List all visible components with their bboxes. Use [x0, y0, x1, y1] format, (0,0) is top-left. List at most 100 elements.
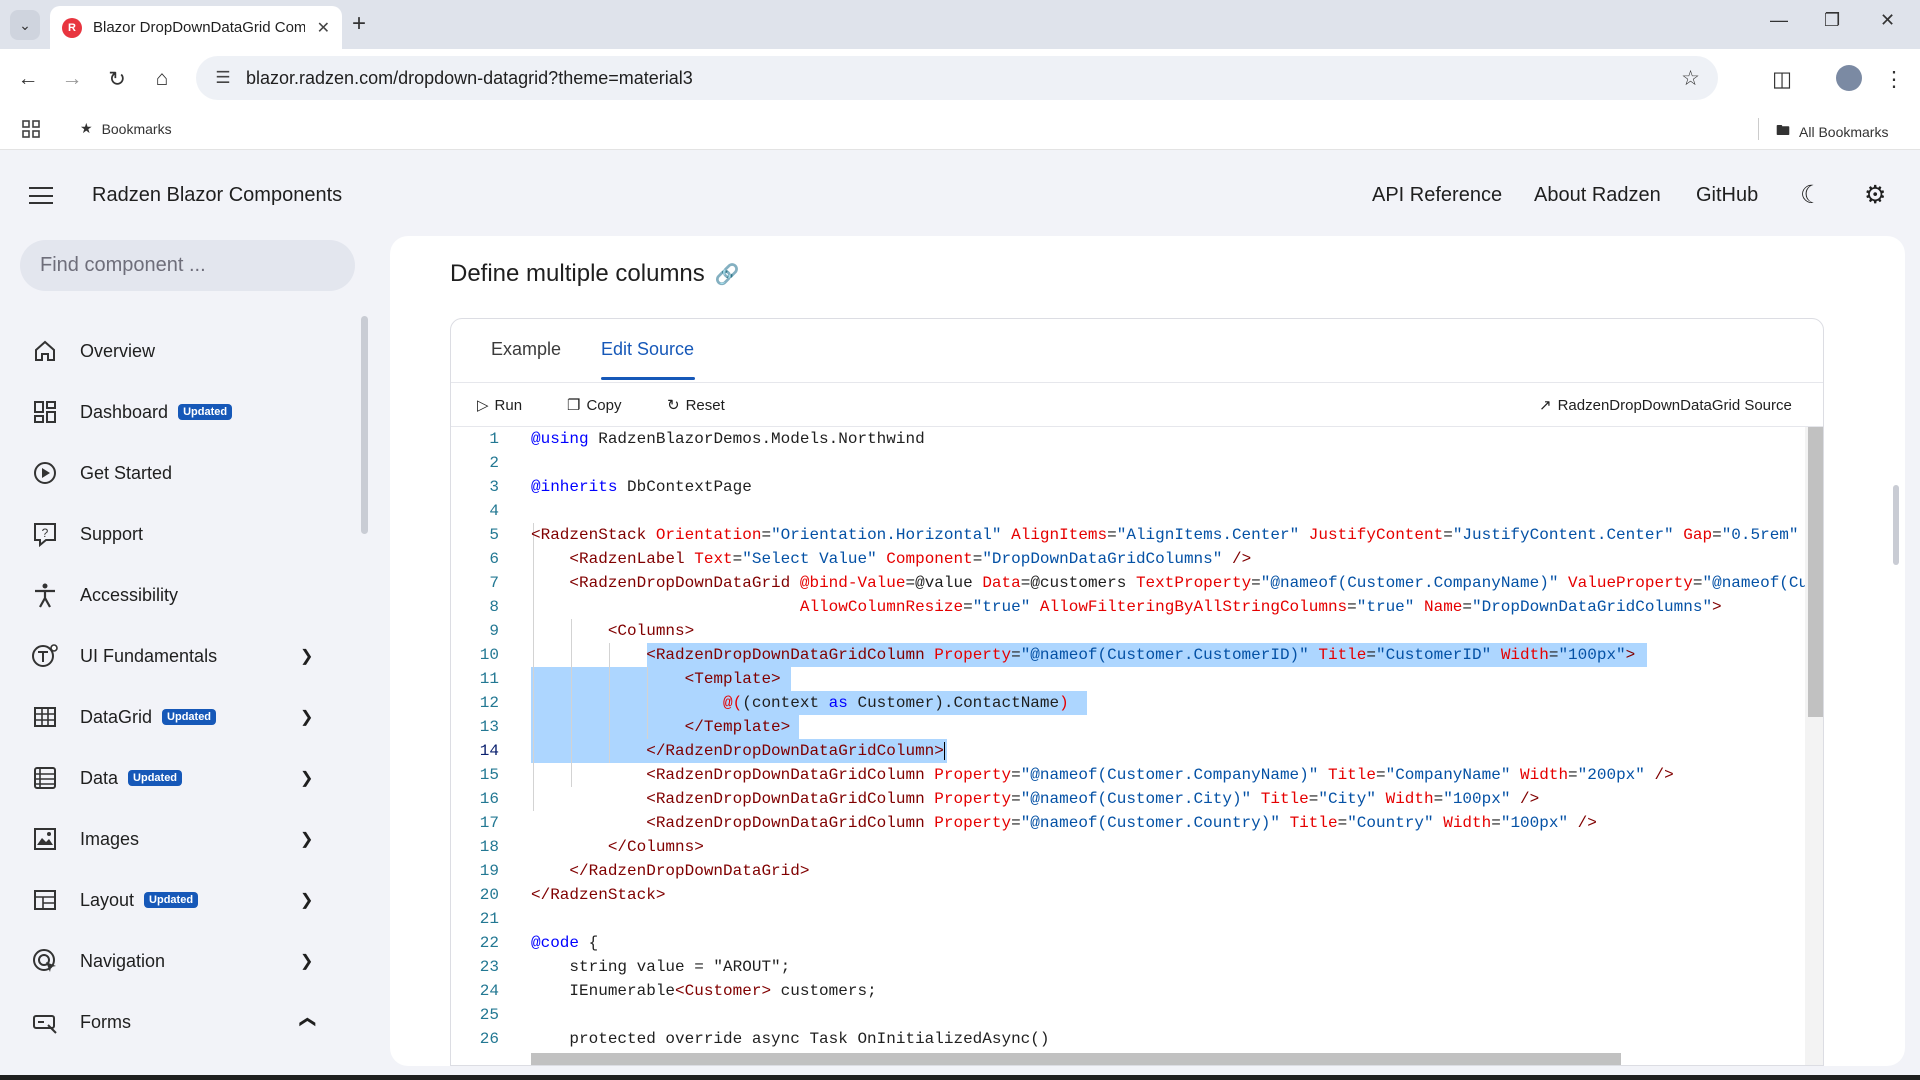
search-input[interactable]: [40, 254, 330, 277]
sidebar-scrollbar[interactable]: [361, 316, 368, 534]
sidebar-item-support[interactable]: ? Support: [28, 514, 328, 554]
copy-button[interactable]: ❐ Copy: [567, 396, 622, 415]
site-info-icon[interactable]: ☰: [204, 68, 242, 88]
tab-edit-source[interactable]: Edit Source: [601, 339, 694, 360]
code-line: 2: [451, 451, 1805, 475]
source-label: RadzenDropDownDataGrid Source: [1557, 396, 1792, 414]
bookmarks-folder[interactable]: ★ Bookmarks: [80, 120, 172, 137]
play-icon: ▷: [477, 397, 489, 414]
line-number: 20: [479, 886, 499, 904]
line-number: 25: [479, 1006, 499, 1024]
code-text: <RadzenDropDownDataGridColumn Property="…: [646, 790, 1540, 808]
chevron-down-icon[interactable]: ❯: [300, 768, 313, 788]
line-number: 12: [479, 694, 499, 712]
page-scrollbar[interactable]: [1893, 485, 1899, 565]
all-bookmarks[interactable]: 🖿 All Bookmarks: [1776, 120, 1888, 144]
code-editor[interactable]: 1 @using RadzenBlazorDemos.Models.Northwi…: [451, 427, 1805, 1065]
sidebar-item-datagrid[interactable]: DataGrid Updated ❯: [28, 697, 328, 737]
svg-text:?: ?: [42, 526, 49, 540]
run-button[interactable]: ▷ Run: [477, 396, 522, 415]
updated-badge: Updated: [144, 892, 199, 908]
reload-icon[interactable]: ↻: [101, 63, 133, 95]
code-line: 26 protected override async Task OnIniti…: [451, 1027, 1805, 1051]
github-link[interactable]: GitHub: [1696, 184, 1758, 207]
component-source-link[interactable]: ↗ RadzenDropDownDataGrid Source: [1539, 396, 1792, 415]
minimize-icon[interactable]: —: [1770, 10, 1788, 31]
about-radzen-link[interactable]: About Radzen: [1534, 184, 1661, 207]
updated-badge: Updated: [178, 404, 233, 420]
sidebar-item-data[interactable]: Data Updated ❯: [28, 758, 328, 798]
line-number: 2: [489, 454, 499, 472]
sidebar-item-layout[interactable]: Layout Updated ❯: [28, 880, 328, 920]
chevron-down-icon[interactable]: ❯: [300, 646, 313, 666]
extensions-icon[interactable]: ◫: [1766, 63, 1798, 95]
reset-button[interactable]: ↻ Reset: [667, 396, 725, 415]
code-text: </RadzenDropDownDataGrid>: [569, 862, 810, 880]
code-text: <RadzenDropDownDataGrid @bind-Value=@val…: [569, 574, 1805, 592]
forward-icon[interactable]: →: [56, 63, 88, 95]
all-bookmarks-label: All Bookmarks: [1799, 124, 1889, 140]
code-text: @using RadzenBlazorDemos.Models.Northwin…: [531, 430, 925, 448]
sidebar-item-dashboard[interactable]: Dashboard Updated: [28, 392, 328, 432]
sidebar-item-get-started[interactable]: Get Started: [28, 453, 328, 493]
line-number: 6: [489, 550, 499, 568]
code-text: </RadzenDropDownDataGridColumn>: [531, 739, 955, 763]
line-number: 13: [479, 718, 499, 736]
browser-tab-title: Blazor DropDownDataGrid Com: [93, 19, 305, 36]
sidebar-item-ui-fundamentals[interactable]: UI Fundamentals ❯: [28, 636, 328, 676]
chevron-down-icon[interactable]: ❯: [300, 951, 313, 971]
settings-gear-icon[interactable]: ⚙: [1864, 180, 1886, 210]
close-tab-icon[interactable]: ✕: [317, 18, 330, 38]
line-number: 10: [479, 646, 499, 664]
chevron-down-icon[interactable]: ❯: [300, 707, 313, 727]
sidebar-item-overview[interactable]: Overview: [28, 331, 328, 371]
line-number: 15: [479, 766, 499, 784]
line-number: 16: [479, 790, 499, 808]
active-tab-indicator: [601, 377, 695, 380]
code-text: AllowColumnResize="true" AllowFilteringB…: [799, 598, 1722, 616]
browser-tab[interactable]: R Blazor DropDownDataGrid Com ✕: [50, 6, 342, 49]
chevron-down-icon[interactable]: ❯: [300, 829, 313, 849]
help-icon: ?: [28, 517, 62, 551]
menu-toggle-icon[interactable]: [29, 187, 53, 204]
new-tab-button[interactable]: +: [352, 10, 366, 38]
close-window-icon[interactable]: ✕: [1880, 10, 1895, 31]
sidebar-item-navigation[interactable]: Navigation ❯: [28, 941, 328, 981]
code-text: <RadzenDropDownDataGridColumn Property="…: [646, 766, 1674, 784]
tab-example[interactable]: Example: [491, 339, 561, 360]
code-line: 19 </RadzenDropDownDataGrid>: [451, 859, 1805, 883]
find-component-search[interactable]: [20, 240, 355, 291]
copy-label: Copy: [586, 396, 622, 414]
sidebar-item-images[interactable]: Images ❯: [28, 819, 328, 859]
app-title: Radzen Blazor Components: [92, 184, 343, 206]
api-reference-link[interactable]: API Reference: [1372, 184, 1502, 207]
main-content-card: Define multiple columns 🔗 Example Edit S…: [390, 236, 1905, 1066]
more-menu-icon[interactable]: ⋮: [1878, 63, 1910, 95]
home-button-icon[interactable]: ⌂: [146, 63, 178, 95]
chevron-down-icon[interactable]: ❯: [300, 890, 313, 910]
chevron-up-icon[interactable]: ❯: [297, 1015, 317, 1028]
code-line: 8 AllowColumnResize="true" AllowFilterin…: [451, 595, 1805, 619]
sidebar-item-accessibility[interactable]: Accessibility: [28, 575, 328, 615]
address-bar[interactable]: ☰ blazor.radzen.com/dropdown-datagrid?th…: [196, 56, 1718, 100]
dark-mode-icon[interactable]: ☾: [1800, 180, 1822, 210]
tab-search-button[interactable]: ⌄: [10, 10, 40, 40]
code-line: 23 string value = "AROUT";: [451, 955, 1805, 979]
sidebar-item-forms[interactable]: Forms ❯: [28, 1002, 328, 1042]
bookmarks-label: Bookmarks: [101, 120, 172, 137]
anchor-link-icon[interactable]: 🔗: [715, 262, 740, 287]
back-icon[interactable]: ←: [12, 63, 44, 95]
profile-avatar[interactable]: [1836, 65, 1862, 91]
radzen-favicon-icon: R: [62, 17, 82, 38]
code-text: <RadzenLabel Text="Select Value" Compone…: [569, 550, 1252, 568]
bookmark-star-icon[interactable]: ☆: [1681, 66, 1700, 91]
restore-icon[interactable]: ❐: [1824, 10, 1840, 31]
editor-horizontal-scroll-thumb[interactable]: [531, 1053, 1621, 1065]
dashboard-icon: [28, 395, 62, 429]
line-number: 8: [489, 598, 499, 616]
editor-vertical-scroll-thumb[interactable]: [1808, 427, 1823, 717]
navigation-icon: [28, 944, 62, 978]
apps-grid-icon[interactable]: [22, 120, 40, 138]
line-number: 7: [489, 574, 499, 592]
url-text[interactable]: blazor.radzen.com/dropdown-datagrid?them…: [246, 68, 693, 89]
